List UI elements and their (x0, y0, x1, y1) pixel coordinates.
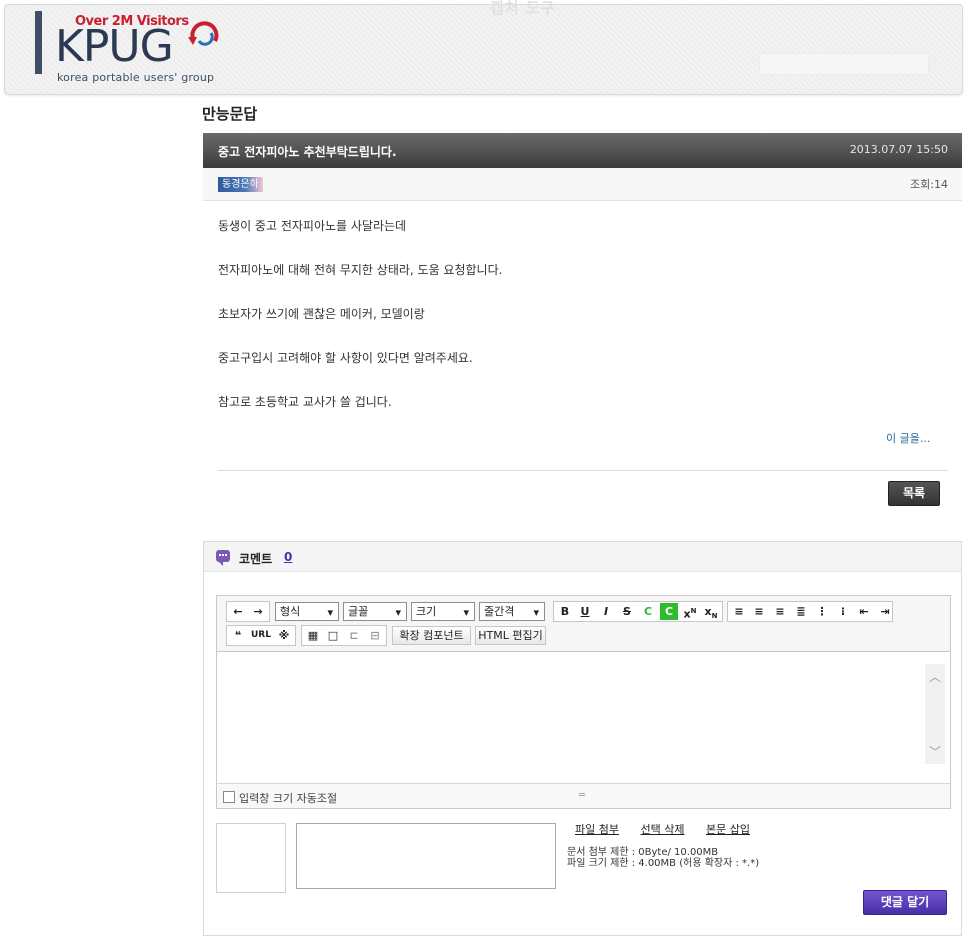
post-title: 중고 전자피아노 추천부탁드립니다. (218, 145, 397, 159)
redo-icon[interactable]: → (249, 603, 267, 620)
comment-bubble-icon (216, 550, 230, 566)
undo-icon[interactable]: ← (229, 603, 247, 620)
align-right-icon[interactable]: ≡ (771, 603, 789, 620)
comment-section: 코멘트 0 ← → 형식 ▾ 글꼴 ▾ 크기 ▾ 줄간격 ▾ B U I S C… (203, 541, 962, 936)
strikethrough-icon[interactable]: S (618, 603, 636, 620)
chevron-up-icon[interactable]: ︿ (929, 668, 941, 685)
align-justify-icon[interactable]: ≣ (792, 603, 810, 620)
attachment-preview (216, 823, 286, 893)
submit-comment-button[interactable]: 댓글 달기 (863, 890, 947, 915)
undo-redo-group: ← → (226, 601, 270, 622)
attachment-list[interactable] (296, 823, 556, 889)
resize-grip-icon[interactable]: ═ (579, 790, 585, 801)
site-header: Over 2M Visitors KPUG korea portable use… (4, 4, 963, 95)
chevron-down-icon: ▾ (395, 606, 401, 619)
box-icon[interactable]: □ (324, 627, 342, 644)
editor-scrollbar[interactable]: ︿ ﹀ (925, 664, 945, 764)
split-cells-icon[interactable]: ⊟ (366, 627, 384, 644)
delete-selected-link[interactable]: 선택 삭제 (640, 821, 684, 837)
post-body-line: 전자피아노에 대해 전혀 무지한 상태라, 도움 요청합니다. (218, 263, 503, 277)
background-color-icon[interactable]: C (660, 603, 678, 620)
post-date: 2013.07.07 15:50 (849, 143, 948, 156)
chevron-down-icon: ▾ (463, 606, 469, 619)
size-select-value: 크기 (416, 605, 437, 618)
font-color-icon[interactable]: C (639, 603, 657, 620)
italic-icon[interactable]: I (597, 603, 615, 620)
auto-resize-label: 입력창 크기 자동조절 (239, 792, 338, 805)
alignment-group: ≡ ≡ ≡ ≣ ⋮ ⁝ ⇤ ⇥ (727, 601, 893, 622)
post-body-line: 참고로 초등학교 교사가 쓸 겁니다. (218, 395, 392, 409)
format-select[interactable]: 형식 ▾ (275, 602, 339, 621)
bold-icon[interactable]: B (556, 603, 574, 620)
subscript-icon[interactable]: xN (702, 603, 720, 620)
text-style-group: B U I S C C xN xN (553, 601, 723, 622)
unordered-list-icon[interactable]: ⁝ (834, 603, 852, 620)
comment-editor: ← → 형식 ▾ 글꼴 ▾ 크기 ▾ 줄간격 ▾ B U I S C C xN … (216, 595, 951, 809)
site-logo[interactable]: KPUG (55, 25, 174, 69)
comment-count[interactable]: 0 (284, 550, 292, 564)
table-icon[interactable]: ▦ (304, 627, 322, 644)
list-button[interactable]: 목록 (888, 481, 940, 506)
insert-group: ❝ URL ※ (226, 625, 296, 646)
merge-cells-icon[interactable]: ⊏ (345, 627, 363, 644)
doc-limit-text: 문서 첨부 제한 : 0Byte/ 10.00MB (567, 847, 719, 858)
line-height-select[interactable]: 줄간격 ▾ (479, 602, 545, 621)
comment-label: 코멘트 (239, 552, 273, 566)
author-name[interactable]: 동경은하 (218, 177, 263, 192)
logo-subtitle: korea portable users' group (57, 71, 215, 84)
file-limit-text: 파일 크기 제한 : 4.00MB (허용 확장자 : *.*) (567, 858, 760, 869)
format-select-value: 형식 (280, 605, 301, 618)
auto-resize-row: 입력창 크기 자동조절 ═ (217, 783, 950, 808)
file-attach-link[interactable]: 파일 첨부 (575, 821, 619, 837)
chevron-down-icon: ▾ (533, 606, 539, 619)
attachment-limits: 문서 첨부 제한 : 0Byte/ 10.00MB 파일 크기 제한 : 4.0… (567, 847, 759, 869)
auto-resize-checkbox[interactable] (223, 791, 235, 803)
view-count: 조회:14 (910, 178, 948, 191)
header-search-box[interactable] (759, 53, 929, 75)
editor-toolbar: ← → 형식 ▾ 글꼴 ▾ 크기 ▾ 줄간격 ▾ B U I S C C xN … (217, 596, 950, 652)
outdent-icon[interactable]: ⇤ (855, 603, 873, 620)
font-select[interactable]: 글꼴 ▾ (343, 602, 407, 621)
post-body-line: 초보자가 쓰기에 괜찮은 메이커, 모델이랑 (218, 307, 425, 321)
ordered-list-icon[interactable]: ⋮ (813, 603, 831, 620)
logo-swirl-icon (188, 21, 219, 46)
line-height-select-value: 줄간격 (484, 605, 515, 618)
chevron-down-icon: ▾ (327, 606, 333, 619)
post-body-line: 동생이 중고 전자피아노를 사달라는데 (218, 219, 407, 233)
logo-bar (35, 11, 42, 74)
comment-textarea[interactable]: ︿ ﹀ (217, 652, 950, 783)
size-select[interactable]: 크기 ▾ (411, 602, 475, 621)
table-group: ▦ □ ⊏ ⊟ (301, 625, 387, 646)
font-select-value: 글꼴 (348, 605, 369, 618)
indent-icon[interactable]: ⇥ (876, 603, 894, 620)
post-header: 중고 전자피아노 추천부탁드립니다. 2013.07.07 15:50 (203, 133, 962, 168)
underline-icon[interactable]: U (576, 603, 594, 620)
html-editor-button[interactable]: HTML 편집기 (475, 626, 546, 645)
post-body-line: 중고구입시 고려해야 할 사항이 있다면 알려주세요. (218, 351, 473, 365)
url-button[interactable]: URL (249, 627, 273, 644)
board-title: 만능문답 (202, 105, 258, 123)
chevron-down-icon[interactable]: ﹀ (929, 743, 941, 760)
align-center-icon[interactable]: ≡ (750, 603, 768, 620)
extension-component-button[interactable]: 확장 컴포넌트 (392, 626, 471, 645)
divider (218, 470, 948, 471)
insert-body-link[interactable]: 본문 삽입 (706, 821, 750, 837)
quote-icon[interactable]: ❝ (229, 627, 247, 644)
capture-tool-label: 캡처 도구 (490, 0, 556, 17)
post-meta: 동경은하 조회:14 (203, 168, 962, 201)
special-char-icon[interactable]: ※ (275, 627, 293, 644)
align-left-icon[interactable]: ≡ (730, 603, 748, 620)
post-body: 동생이 중고 전자피아노를 사달라는데 전자피아노에 대해 전혀 무지한 상태라… (218, 218, 938, 438)
this-post-link[interactable]: 이 글을... (886, 430, 930, 446)
superscript-icon[interactable]: xN (681, 603, 699, 621)
attachment-actions: 파일 첨부 선택 삭제 본문 삽입 (575, 821, 768, 837)
comment-header: 코멘트 0 (204, 542, 961, 572)
